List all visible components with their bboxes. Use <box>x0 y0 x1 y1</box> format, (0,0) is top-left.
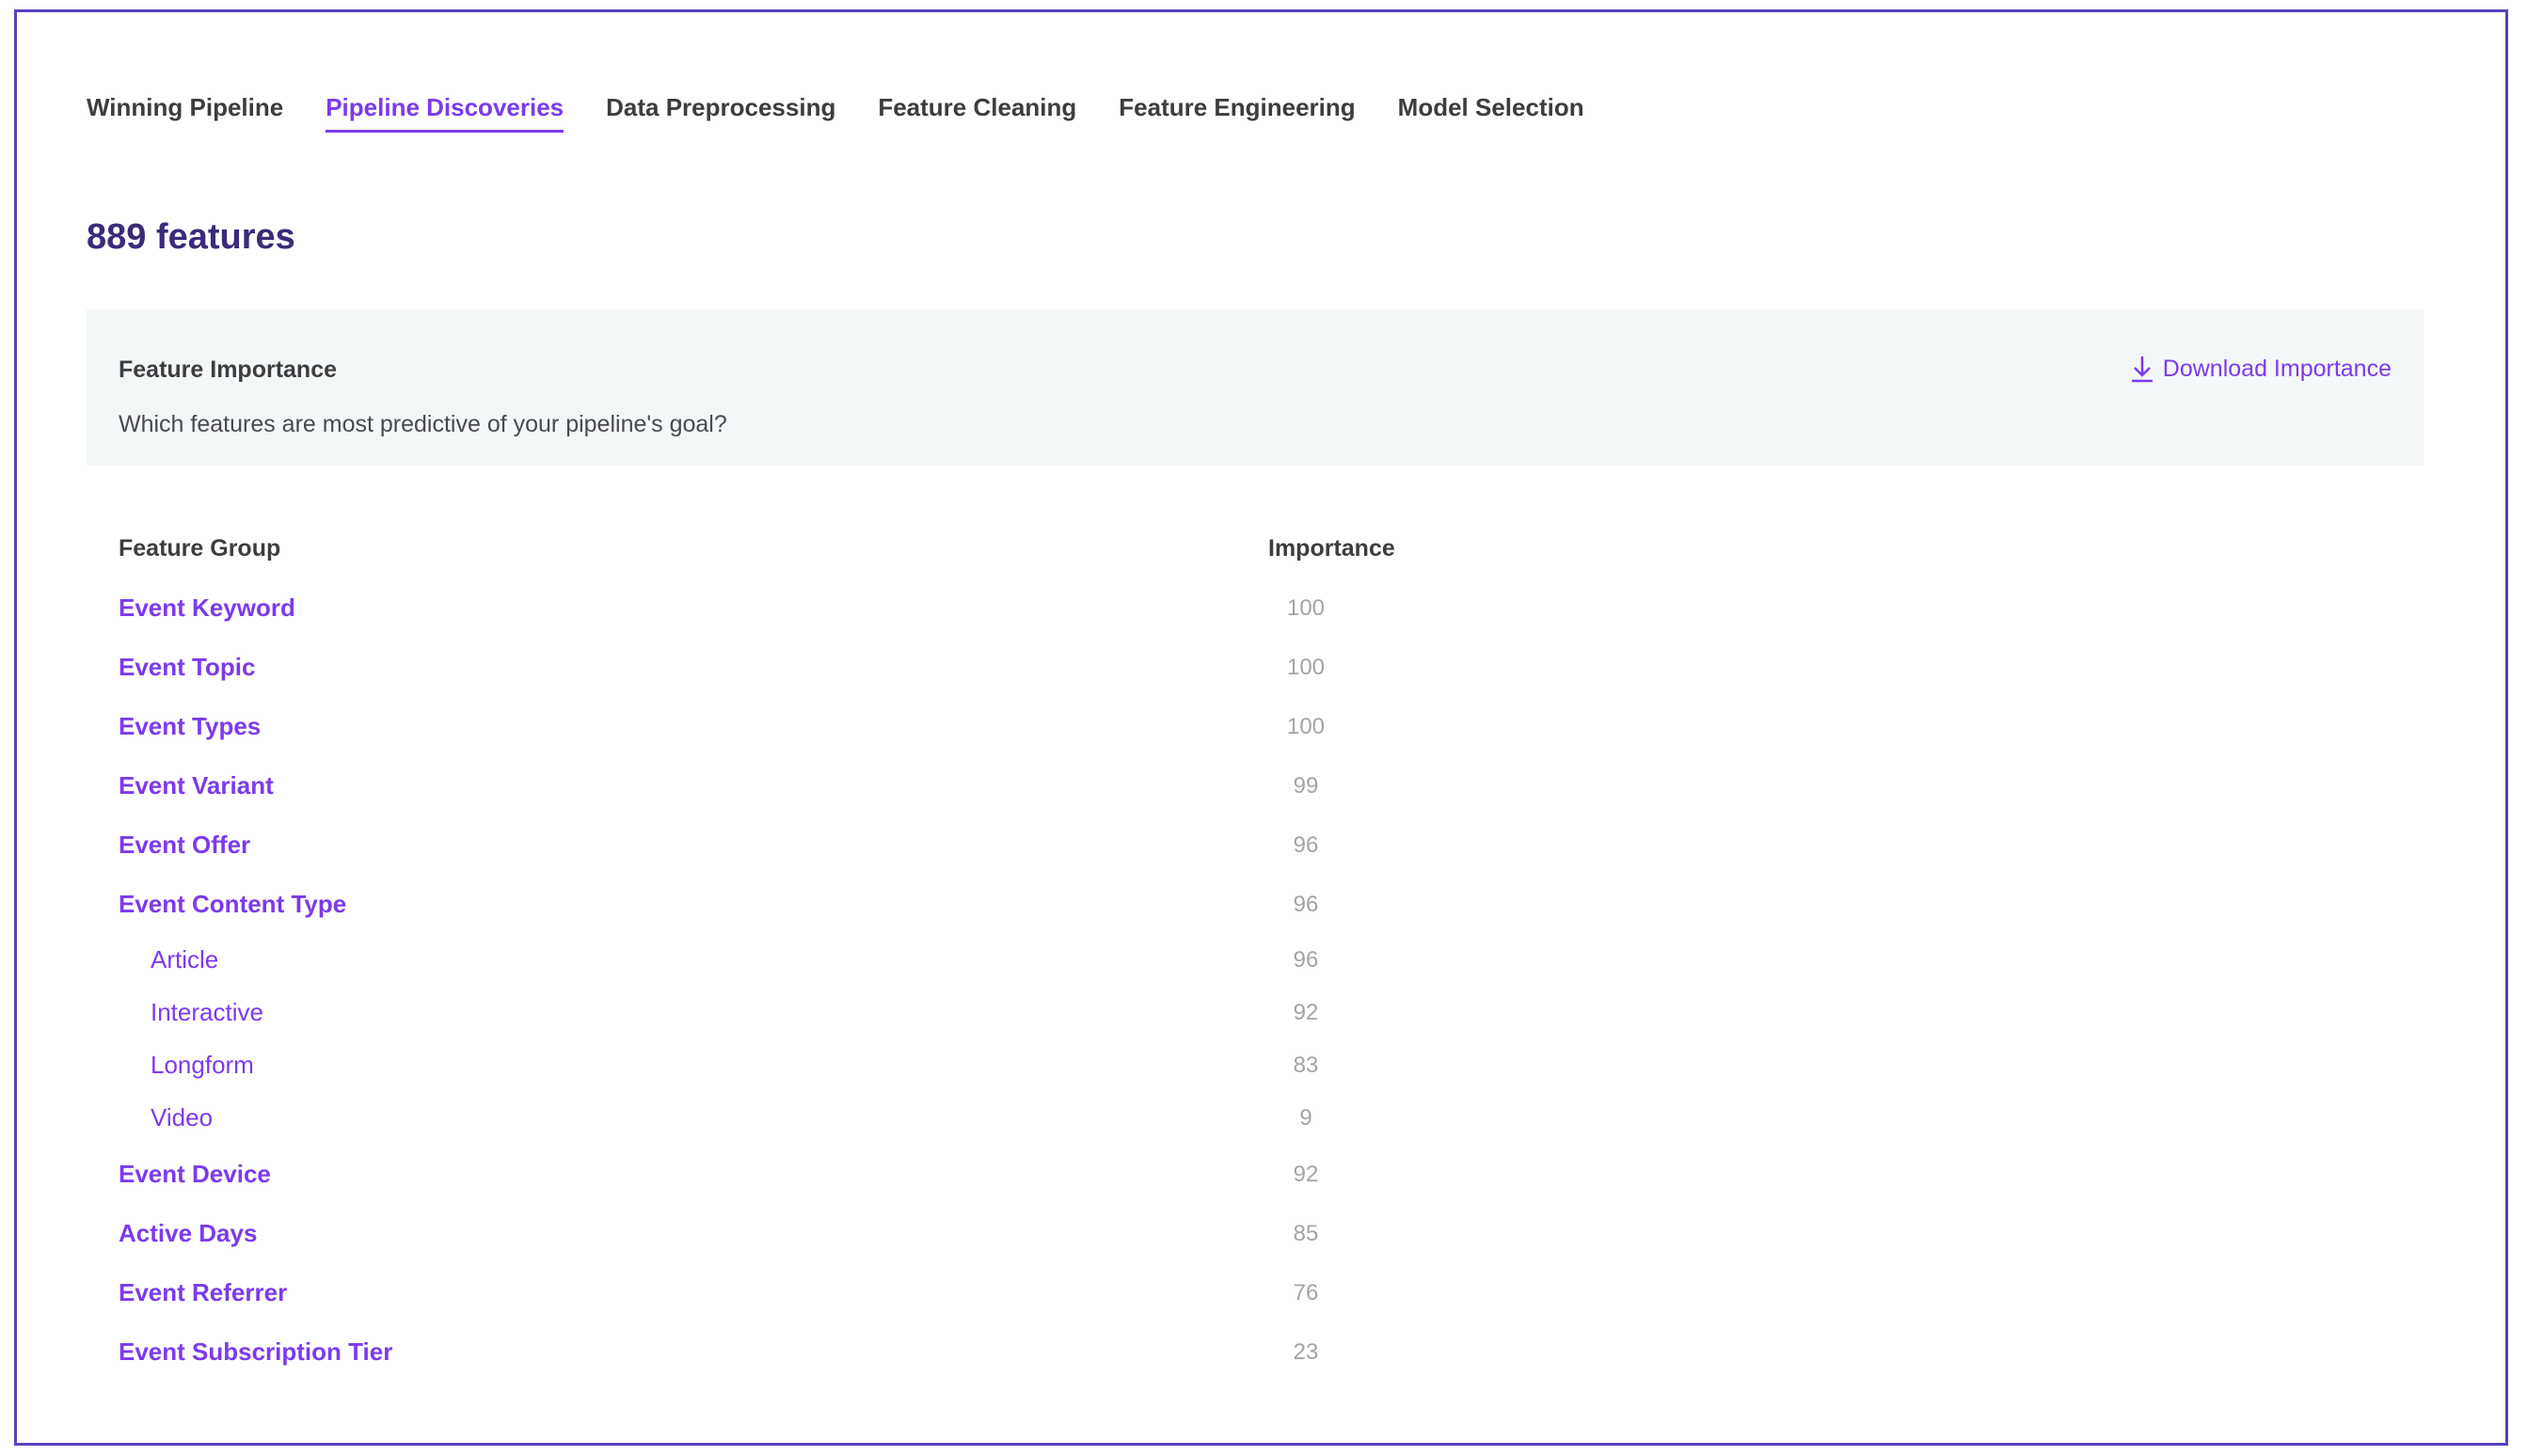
importance-value: 92 <box>1293 1162 1319 1187</box>
importance-value: 85 <box>1293 1221 1319 1246</box>
table-row: Event Variant 99 <box>119 754 1436 814</box>
feature-subgroup-link[interactable]: Video <box>151 1103 213 1132</box>
feature-subgroup-link[interactable]: Article <box>151 945 218 974</box>
feature-group-link[interactable]: Event Topic <box>119 653 255 682</box>
feature-group-link[interactable]: Event Device <box>119 1160 271 1189</box>
table-row: Event Content Type 96 <box>119 873 1436 932</box>
tab-data-preprocessing[interactable]: Data Preprocessing <box>606 93 835 133</box>
table-row: Event Topic 100 <box>119 636 1436 695</box>
importance-value: 99 <box>1293 773 1319 799</box>
table-row: Event Types 100 <box>119 695 1436 754</box>
importance-value: 96 <box>1293 947 1319 973</box>
importance-value: 100 <box>1286 714 1326 739</box>
feature-group-link[interactable]: Event Variant <box>119 771 274 800</box>
table-row: Event Subscription Tier 23 <box>119 1321 1436 1380</box>
page-title: 889 features <box>87 217 295 257</box>
table-subrow: Video 9 <box>119 1090 1436 1143</box>
feature-subgroup-link[interactable]: Longform <box>151 1051 254 1080</box>
tab-model-selection[interactable]: Model Selection <box>1398 93 1584 133</box>
feature-importance-table: Event Keyword 100 Event Topic 100 Event … <box>119 577 1436 1380</box>
download-icon <box>2129 355 2155 383</box>
feature-group-link[interactable]: Event Referrer <box>119 1278 287 1307</box>
table-subrow: Longform 83 <box>119 1037 1436 1090</box>
download-label: Download Importance <box>2162 355 2392 382</box>
panel-subtitle: Which features are most predictive of yo… <box>119 411 727 437</box>
download-importance-button[interactable]: Download Importance <box>2129 355 2392 383</box>
tab-feature-engineering[interactable]: Feature Engineering <box>1119 93 1355 133</box>
tab-feature-cleaning[interactable]: Feature Cleaning <box>878 93 1076 133</box>
feature-group-link[interactable]: Event Offer <box>119 831 250 860</box>
importance-value: 83 <box>1293 1052 1319 1078</box>
table-row: Event Offer 96 <box>119 814 1436 873</box>
table-row: Event Keyword 100 <box>119 577 1436 636</box>
importance-value: 9 <box>1299 1105 1312 1131</box>
importance-value: 92 <box>1293 1000 1319 1025</box>
app-frame: Winning Pipeline Pipeline Discoveries Da… <box>14 9 2508 1446</box>
tab-pipeline-discoveries[interactable]: Pipeline Discoveries <box>326 93 564 133</box>
tab-winning-pipeline[interactable]: Winning Pipeline <box>87 93 283 133</box>
table-row: Event Referrer 76 <box>119 1261 1436 1321</box>
feature-group-link[interactable]: Event Types <box>119 712 261 741</box>
feature-group-link[interactable]: Event Subscription Tier <box>119 1337 392 1367</box>
feature-group-link[interactable]: Event Keyword <box>119 593 295 623</box>
feature-importance-panel: Feature Importance Which features are mo… <box>87 309 2424 466</box>
column-header-importance: Importance <box>1268 535 1395 562</box>
column-header-feature-group: Feature Group <box>119 535 281 562</box>
feature-group-link[interactable]: Active Days <box>119 1219 257 1248</box>
importance-value: 96 <box>1293 832 1319 858</box>
tab-bar: Winning Pipeline Pipeline Discoveries Da… <box>87 93 1584 133</box>
panel-title: Feature Importance <box>119 356 338 383</box>
table-subrow: Interactive 92 <box>119 985 1436 1037</box>
importance-value: 100 <box>1286 595 1326 621</box>
feature-group-link[interactable]: Event Content Type <box>119 890 346 919</box>
table-subrow: Article 96 <box>119 932 1436 985</box>
importance-value: 100 <box>1286 655 1326 680</box>
importance-value: 76 <box>1293 1280 1319 1306</box>
importance-value: 23 <box>1293 1339 1319 1365</box>
table-row: Event Device 92 <box>119 1143 1436 1202</box>
feature-subgroup-link[interactable]: Interactive <box>151 998 263 1027</box>
importance-value: 96 <box>1293 892 1319 917</box>
table-row: Active Days 85 <box>119 1202 1436 1261</box>
